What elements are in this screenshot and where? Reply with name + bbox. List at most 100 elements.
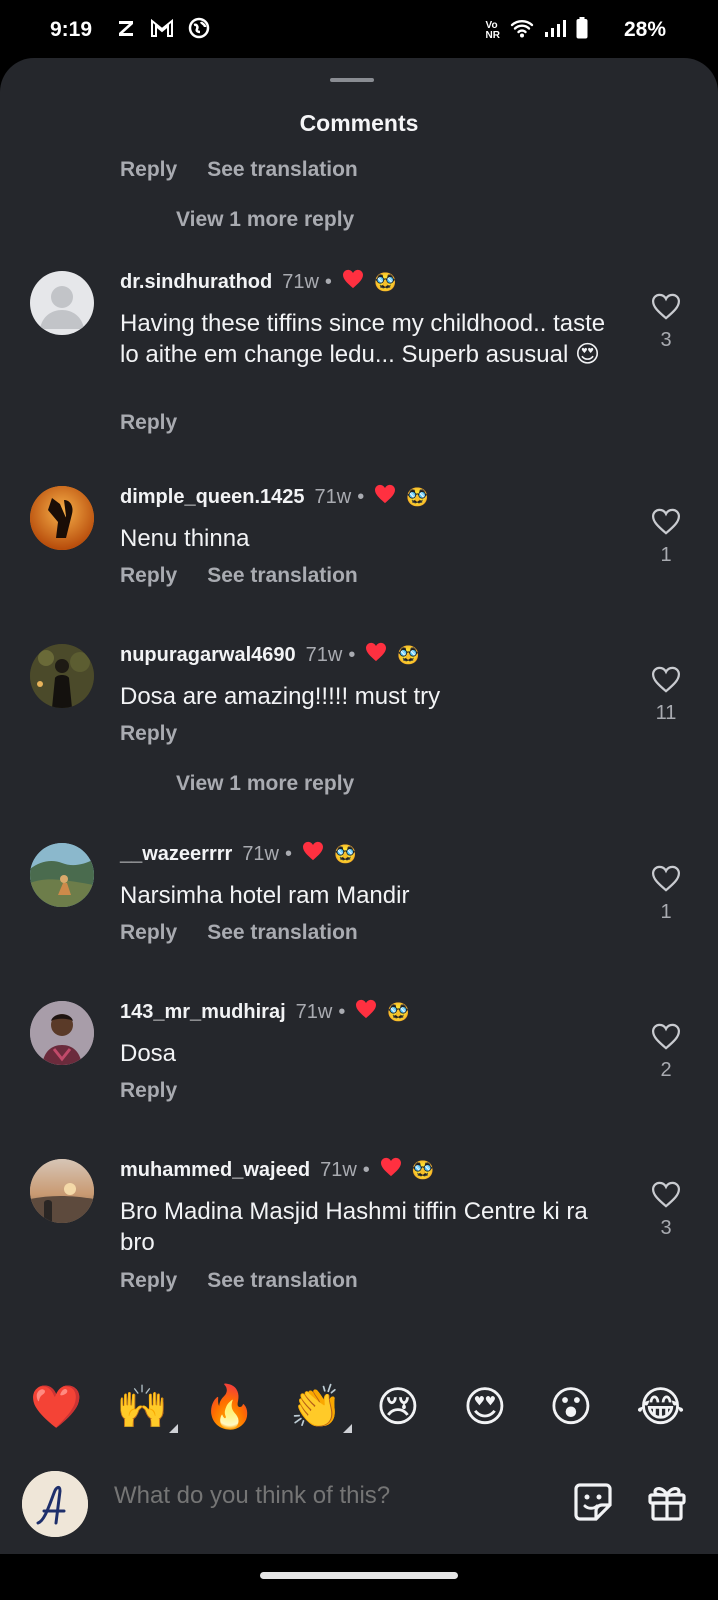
z-app-icon [116,18,136,44]
avatar[interactable] [30,271,94,335]
emoji-clap-glyph: 👏 [290,1383,343,1430]
comment-meta: __wazeerrrr 71w • 🥸 [120,841,356,867]
emoji-raised-hands-button[interactable]: 🙌 [116,1383,179,1433]
heart-outline-icon [651,865,681,896]
emoji-laughing-button[interactable]: 😂 [636,1383,685,1431]
reply-button[interactable]: Reply [120,921,177,945]
like-count: 1 [660,544,672,566]
comment-text: Narsimha hotel ram Mandir [120,882,410,909]
sticker-icon[interactable] [572,1481,614,1528]
creator-heart-icon [374,484,396,510]
like-button[interactable]: 3 [646,1181,686,1240]
reply-button[interactable]: Reply [120,1269,177,1293]
comment-input[interactable] [112,1481,536,1511]
separator-dot: • [348,643,356,666]
heart-outline-icon [651,1023,681,1054]
reply-button[interactable]: Reply [120,411,177,435]
comment-meta: dimple_queen.1425 71w • 🥸 [120,484,429,510]
like-count: 11 [655,702,677,724]
creator-avatar-icon: 🥸 [397,644,420,665]
wifi-icon [510,18,534,44]
like-count: 3 [660,329,672,351]
see-translation-button[interactable]: See translation [207,158,358,182]
creator-heart-icon [302,841,324,867]
separator-dot: • [338,1000,346,1023]
creator-heart-icon [355,999,377,1025]
comment-actions: Reply [120,1079,177,1103]
see-translation-button[interactable]: See translation [207,921,358,945]
like-count: 2 [660,1059,672,1081]
avatar[interactable] [30,486,94,550]
username[interactable]: nupuragarwal4690 [120,644,296,667]
username[interactable]: __wazeerrrr [120,843,232,866]
username[interactable]: dr.sindhurathod [120,271,272,294]
like-button[interactable]: 1 [646,865,686,924]
battery-icon [576,17,588,45]
emoji-crying-button[interactable]: 😢 [376,1383,420,1431]
emoji-reaction-bar: ❤️ 🙌 🔥 👏 😢 😍 😮 😂 [0,1373,718,1449]
avatar[interactable] [30,1159,94,1223]
view-more-replies-button[interactable]: View 1 more reply [176,772,354,796]
reply-button[interactable]: Reply [120,722,177,746]
separator-dot: • [285,842,293,865]
emoji-clap-button[interactable]: 👏 [290,1383,353,1433]
sheet-title: Comments [299,110,419,136]
like-button[interactable]: 11 [646,666,686,725]
reply-button[interactable]: Reply [120,564,177,588]
separator-dot: • [357,485,365,508]
creator-avatar-icon: 🥸 [387,1001,410,1022]
comment-list[interactable]: Reply See translation View 1 more reply … [0,151,718,1429]
username[interactable]: muhammed_wajeed [120,1159,310,1182]
like-button[interactable]: 3 [646,293,686,352]
separator-dot: • [362,1158,370,1181]
status-bar: 9:19 Vo NR 28% [0,0,718,58]
comment-actions: Reply [120,722,177,746]
comment-actions: Reply [120,411,177,435]
emoji-fire-button[interactable]: 🔥 [203,1383,255,1431]
creator-heart-icon [380,1157,402,1183]
comment-text: Having these tiffins since my childhood.… [120,310,606,368]
heart-outline-icon [651,293,681,324]
creator-avatar-icon: 🥸 [373,271,397,292]
view-more-replies-button[interactable]: View 1 more reply [176,208,354,232]
avatar[interactable] [30,1001,94,1065]
like-button[interactable]: 2 [646,1023,686,1082]
reply-button[interactable]: Reply [120,158,177,182]
emoji-heart-eyes-button[interactable]: 😍 [463,1383,507,1431]
my-avatar[interactable] [22,1471,88,1537]
heart-outline-icon [651,666,681,697]
skin-tone-indicator [343,1424,353,1433]
username[interactable]: dimple_queen.1425 [120,486,305,509]
gmail-icon [150,18,174,44]
timestamp: 71w [295,1000,333,1023]
like-button[interactable]: 1 [646,508,686,567]
timestamp: 71w [314,485,352,508]
comment-meta: muhammed_wajeed 71w • 🥸 [120,1157,434,1183]
username[interactable]: 143_mr_mudhiraj [120,1001,286,1024]
skin-tone-indicator [169,1424,179,1433]
creator-avatar-icon: 🥸 [406,486,429,507]
drag-handle[interactable] [330,78,374,82]
see-translation-button[interactable]: See translation [207,1269,358,1293]
see-translation-button[interactable]: See translation [207,564,358,588]
gift-icon[interactable] [646,1481,688,1528]
avatar[interactable] [30,843,94,907]
comment-text: Bro Madina Masjid Hashmi tiffin Centre k… [120,1198,588,1256]
system-nav-bar [0,1554,718,1600]
emoji-heart-button[interactable]: ❤️ [30,1383,82,1431]
avatar[interactable] [30,644,94,708]
creator-avatar-icon: 🥸 [411,1159,435,1180]
comment-meta: nupuragarwal4690 71w • 🥸 [120,642,420,668]
home-gesture-bar[interactable] [260,1572,458,1579]
heart-outline-icon [651,1181,681,1212]
emoji-surprised-button[interactable]: 😮 [549,1383,593,1431]
comment-actions: Reply See translation [120,564,358,588]
volte-icon: Vo NR [486,21,500,41]
comment-text: Dosa are amazing!!!!! must try [120,683,441,710]
timestamp: 71w [305,643,343,666]
reply-button[interactable]: Reply [120,1079,177,1103]
timestamp: 71w [282,270,319,293]
comments-sheet: Comments Reply See translation View 1 mo… [0,58,718,1554]
emoji-raised-hands-glyph: 🙌 [116,1383,169,1430]
volte-bottom-label: NR [485,30,500,41]
